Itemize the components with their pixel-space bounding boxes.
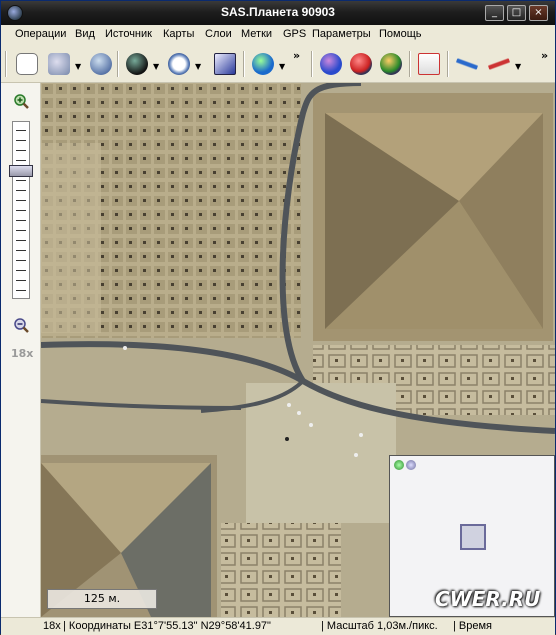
chevron-down-icon[interactable]: ▼	[153, 62, 159, 71]
zoom-slider-thumb[interactable]	[9, 165, 33, 177]
status-zoom: 18x	[43, 620, 61, 632]
globe-map-icon[interactable]	[87, 50, 115, 78]
toolbar-separator	[409, 51, 411, 77]
maximize-button[interactable]: □	[507, 5, 526, 21]
menu-bar: Операции Вид Источник Карты Слои Метки G…	[1, 25, 555, 45]
toolbar-separator	[243, 51, 245, 77]
toolbar-separator	[311, 51, 313, 77]
hand-icon[interactable]	[13, 50, 41, 78]
toolbar-more-icon[interactable]: »	[541, 49, 548, 62]
path-icon[interactable]: ▼	[485, 50, 521, 78]
black-sphere-icon[interactable]: ▼	[123, 50, 159, 78]
minimap-zoom-out-icon[interactable]	[406, 460, 416, 470]
zoom-in-icon[interactable]	[13, 93, 29, 109]
status-bar: 18x | Координаты E31°7'55.13" N29°58'41.…	[1, 617, 555, 635]
marker-refresh-icon[interactable]	[377, 50, 405, 78]
minimize-button[interactable]: _	[485, 5, 504, 21]
zoom-slider[interactable]	[12, 121, 30, 299]
menu-operations[interactable]: Операции	[15, 28, 66, 40]
chevron-down-icon[interactable]: ▼	[279, 62, 285, 71]
earth-globe-icon[interactable]: ▼	[249, 50, 285, 78]
window-title: SAS.Планета 90903	[221, 5, 335, 19]
satellite-source-icon[interactable]: ▼	[45, 50, 81, 78]
title-bar[interactable]: SAS.Планета 90903 _ □ ×	[1, 1, 555, 25]
menu-gps[interactable]: GPS	[283, 28, 306, 40]
chevron-down-icon[interactable]: ▼	[75, 62, 81, 71]
magnifier-icon[interactable]: ▼	[165, 50, 201, 78]
chevron-down-icon[interactable]: ▼	[195, 62, 201, 71]
menu-source[interactable]: Источник	[105, 28, 152, 40]
chevron-down-icon[interactable]: ▼	[515, 62, 521, 71]
status-coordinates: | Координаты E31°7'55.13" N29°58'41.97"	[63, 620, 271, 632]
map-view[interactable]: 125 м.	[41, 83, 555, 617]
minimap-viewport[interactable]	[460, 524, 486, 550]
toolbar-separator	[447, 51, 449, 77]
document-icon[interactable]	[415, 50, 443, 78]
toolbar-more-icon[interactable]: »	[293, 49, 300, 62]
zoom-level-label: 18x	[11, 347, 34, 360]
minimap-zoom-in-icon[interactable]	[394, 460, 404, 470]
status-extra: | Время	[453, 620, 493, 632]
marker-edit-icon[interactable]	[347, 50, 375, 78]
zoom-panel: 18x	[1, 83, 41, 617]
menu-layers[interactable]: Слои	[205, 28, 232, 40]
menu-maps[interactable]: Карты	[163, 28, 194, 40]
menu-marks[interactable]: Метки	[241, 28, 272, 40]
watermark: CWER.RU	[435, 587, 541, 611]
close-button[interactable]: ×	[529, 5, 548, 21]
map-scale-bar: 125 м.	[47, 589, 157, 609]
main-toolbar: ▼ ▼ ▼ ▼ » ▼ »	[1, 45, 555, 83]
menu-settings[interactable]: Параметры	[312, 28, 371, 40]
menu-help[interactable]: Помощь	[379, 28, 422, 40]
toolbar-separator	[117, 51, 119, 77]
menu-view[interactable]: Вид	[75, 28, 95, 40]
marker-icon[interactable]	[317, 50, 345, 78]
status-scale: | Масштаб 1,03м./пикс.	[321, 620, 438, 632]
toolbar-grip	[5, 51, 7, 77]
app-window: SAS.Планета 90903 _ □ × Операции Вид Ист…	[0, 0, 556, 635]
screen-icon[interactable]	[211, 50, 239, 78]
gps-track-icon[interactable]	[453, 50, 481, 78]
zoom-out-icon[interactable]	[13, 317, 29, 333]
